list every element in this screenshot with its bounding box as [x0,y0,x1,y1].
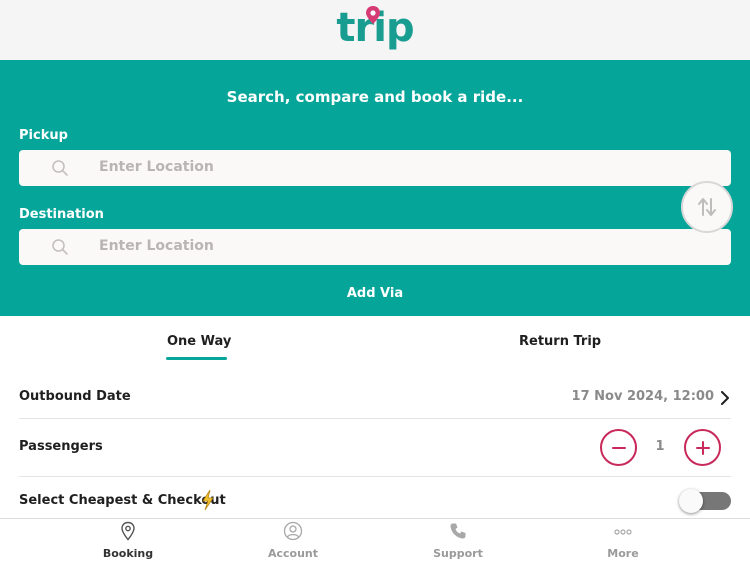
swap-arrows-icon [698,198,716,216]
active-tab-indicator [166,357,227,360]
cheapest-checkout-toggle[interactable] [679,489,731,513]
nav-support-label: Support [433,547,483,560]
user-circle-icon [283,521,303,541]
trip-type-tabs: One Way Return Trip [0,316,750,374]
nav-account[interactable]: Account [233,519,353,563]
toggle-knob [679,489,703,513]
search-icon [52,239,68,255]
pickup-input[interactable]: Enter Location [19,150,731,186]
trip-logo[interactable]: trip [336,6,415,48]
search-panel: Search, compare and book a ride... Picku… [0,60,750,316]
bottom-nav: Booking Account Support More [0,518,750,563]
add-via-link[interactable]: Add Via [0,286,750,301]
location-pin-icon [121,521,135,541]
minus-icon [611,446,626,449]
outbound-date-label: Outbound Date [19,389,131,404]
decrease-passengers-button[interactable] [600,429,637,466]
search-icon [52,160,68,176]
phone-icon [450,523,466,539]
outbound-date-value[interactable]: 17 Nov 2024, 12:00 [572,389,714,404]
cheapest-checkout-label: Select Cheapest & Checkout [19,493,226,508]
logo-pin-icon [366,6,381,24]
app-header: trip [0,0,750,60]
plus-icon [695,440,710,455]
lightning-bolt-icon [202,490,214,510]
tab-one-way[interactable]: One Way [167,334,231,349]
tagline: Search, compare and book a ride... [226,88,524,106]
destination-input[interactable]: Enter Location [19,229,731,265]
passengers-label: Passengers [19,439,103,454]
destination-label: Destination [19,207,104,222]
pickup-placeholder: Enter Location [99,159,214,175]
nav-support[interactable]: Support [398,519,518,563]
increase-passengers-button[interactable] [684,429,721,466]
nav-more[interactable]: More [563,519,683,563]
more-dots-icon [614,529,632,535]
nav-booking-label: Booking [102,547,154,560]
chevron-right-icon[interactable] [720,391,730,405]
destination-placeholder: Enter Location [99,238,214,254]
nav-booking[interactable]: Booking [68,519,188,563]
pickup-label: Pickup [19,128,68,143]
tab-return-trip[interactable]: Return Trip [519,334,601,349]
swap-locations-button[interactable] [681,181,733,233]
passenger-count: 1 [655,439,665,454]
nav-account-label: Account [267,547,319,560]
nav-more-label: More [607,547,639,560]
divider [19,418,731,419]
divider [19,476,731,477]
